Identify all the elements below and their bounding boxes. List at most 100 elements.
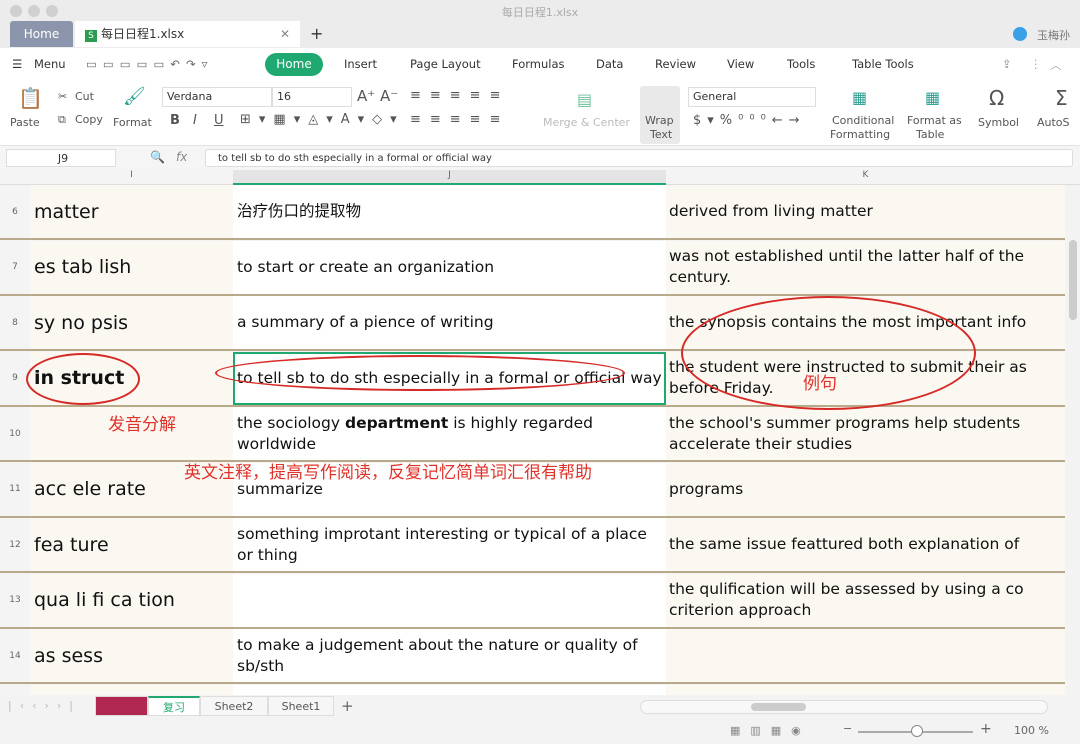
column-header-j[interactable]: J	[233, 170, 666, 185]
row-header[interactable]: 7	[0, 240, 30, 294]
row-header[interactable]: 12	[0, 518, 30, 571]
number-format-select[interactable]: General	[688, 87, 816, 107]
formula-input[interactable]: to tell sb to do sth especially in a for…	[205, 149, 1073, 167]
cell-j[interactable]	[233, 684, 666, 695]
cell-j[interactable]: something improtant interesting or typic…	[233, 518, 666, 571]
tab-review[interactable]: Review	[655, 57, 696, 71]
symbol-icon[interactable]: Ω	[989, 86, 1004, 110]
tab-home[interactable]: Home	[265, 53, 323, 76]
tab-table-tools[interactable]: Table Tools	[852, 57, 914, 71]
autosum-icon[interactable]: Σ	[1055, 86, 1068, 110]
tab-view[interactable]: View	[727, 57, 754, 71]
cell-k[interactable]: was not established until the latter hal…	[666, 240, 1065, 294]
format-painter-button[interactable]: Format	[113, 116, 152, 129]
increase-font-icon[interactable]: A⁺ A⁻	[357, 87, 398, 105]
menu-button[interactable]: Menu	[34, 57, 66, 71]
collapse-icon[interactable]: ︿	[1050, 57, 1062, 73]
cell-k[interactable]	[666, 684, 1065, 695]
autosum-button[interactable]: AutoS	[1037, 116, 1070, 129]
vertical-scrollbar[interactable]	[1066, 185, 1080, 695]
cell-k[interactable]: the school's summer programs help studen…	[666, 407, 1065, 460]
fx-icon[interactable]: fx	[176, 150, 187, 164]
add-sheet-button[interactable]: +	[341, 697, 354, 715]
name-box[interactable]: J9	[6, 149, 116, 167]
horizontal-scrollbar[interactable]	[640, 700, 1048, 714]
cell-i[interactable]: matter	[30, 185, 233, 238]
more-icon[interactable]: ⋮	[1030, 57, 1042, 71]
row-header[interactable]: 14	[0, 629, 30, 682]
zoom-out-button[interactable]: −	[843, 722, 852, 735]
cell-i[interactable]: as sess	[30, 629, 233, 682]
home-tab[interactable]: Home	[10, 21, 73, 47]
spreadsheet-grid[interactable]: 6 matter 治疗伤口的提取物 derived from living ma…	[0, 185, 1065, 695]
cell-k[interactable]: the same issue feattured both explanatio…	[666, 518, 1065, 571]
cell-i[interactable]: es tab lish	[30, 240, 233, 294]
column-header-i[interactable]: I	[30, 170, 233, 180]
copy-button[interactable]: Copy	[75, 113, 103, 126]
font-size-select[interactable]: 16	[272, 87, 352, 107]
tab-formulas[interactable]: Formulas	[512, 57, 565, 71]
row-header[interactable]: 8	[0, 296, 30, 349]
bold-button[interactable]: B	[170, 113, 180, 128]
new-tab-button[interactable]: +	[310, 24, 323, 43]
cell-j[interactable]: 治疗伤口的提取物	[233, 185, 666, 238]
cell-k[interactable]: derived from living matter	[666, 185, 1065, 238]
cell-i[interactable]	[30, 684, 233, 695]
cell-k[interactable]: the qulification will be assessed by usi…	[666, 573, 1065, 627]
format-as-table-icon[interactable]: ▦	[925, 88, 940, 107]
column-header-k[interactable]: K	[666, 170, 1065, 180]
format-painter-icon[interactable]: 🖌	[123, 86, 146, 107]
cell-i[interactable]: fea ture	[30, 518, 233, 571]
zoom-in-button[interactable]: +	[980, 721, 992, 737]
cell-i[interactable]: qua li fi ca tion	[30, 573, 233, 627]
row-header[interactable]: 6	[0, 185, 30, 238]
cell-i[interactable]: sy no psis	[30, 296, 233, 349]
cell-j[interactable]	[233, 573, 666, 627]
zoom-formula-icon[interactable]: 🔍	[150, 150, 165, 164]
paste-icon[interactable]: 📋	[18, 86, 43, 110]
view-mode-icons[interactable]: ▦▥▦◉	[730, 724, 811, 737]
cut-icon[interactable]: ✂	[58, 90, 67, 103]
tab-tools[interactable]: Tools	[787, 57, 815, 71]
symbol-button[interactable]: Symbol	[978, 116, 1019, 129]
cell-k[interactable]: programs	[666, 462, 1065, 516]
cell-j[interactable]: the sociology department is highly regar…	[233, 407, 666, 460]
row-header[interactable]: 11	[0, 462, 30, 516]
merge-icon[interactable]: ▤	[577, 90, 592, 109]
file-tab[interactable]: S 每日日程1.xlsx ✕	[75, 21, 300, 47]
italic-button[interactable]: I	[193, 113, 197, 128]
tab-insert[interactable]: Insert	[344, 57, 377, 71]
close-icon[interactable]: ✕	[280, 21, 290, 47]
conditional-formatting-icon[interactable]: ▦	[852, 88, 867, 107]
sheet-tab-review[interactable]: 复习	[148, 696, 200, 716]
border-fill-color-icons[interactable]: ⊞▾▦▾◬▾A▾◇▾	[240, 112, 405, 127]
cell-j[interactable]: a summary of a pience of writing	[233, 296, 666, 349]
number-format-icons[interactable]: $▾%⁰⁰⁰←→	[693, 113, 806, 128]
avatar[interactable]	[1013, 27, 1027, 41]
sheet-tab-sheet2[interactable]: Sheet2	[200, 696, 268, 716]
sheet-nav-icons[interactable]: |‹‹››|	[8, 699, 81, 712]
copy-icon[interactable]: ⧉	[58, 113, 66, 127]
row-header[interactable]: 10	[0, 407, 30, 460]
align-icons[interactable]: ≡≡≡≡≡	[410, 88, 509, 103]
zoom-slider-handle[interactable]	[911, 725, 923, 737]
sheet-tab-active[interactable]	[95, 696, 148, 716]
cell-j[interactable]: to make a judgement about the nature or …	[233, 629, 666, 682]
quick-access-icons[interactable]: ▭▭▭▭▭↶↷▿	[86, 57, 213, 71]
tab-page-layout[interactable]: Page Layout	[410, 57, 481, 71]
row-header[interactable]	[0, 684, 30, 695]
hamburger-icon[interactable]: ☰	[12, 57, 22, 71]
merge-center-button[interactable]: Merge & Center	[543, 116, 630, 129]
row-header[interactable]: 13	[0, 573, 30, 627]
sheet-tab-sheet1[interactable]: Sheet1	[268, 696, 334, 716]
cell-k[interactable]	[666, 629, 1065, 682]
paste-button[interactable]: Paste	[10, 116, 40, 129]
format-as-table-button[interactable]: Format as	[907, 114, 962, 127]
tab-data[interactable]: Data	[596, 57, 623, 71]
share-icon[interactable]: ⇪	[1002, 57, 1012, 71]
h-align-icons[interactable]: ≡≡≡≡≡	[410, 112, 509, 127]
cell-j[interactable]: to start or create an organization	[233, 240, 666, 294]
cut-button[interactable]: Cut	[75, 90, 94, 103]
conditional-formatting-button[interactable]: Conditional	[832, 114, 894, 127]
font-name-select[interactable]: Verdana	[162, 87, 272, 107]
